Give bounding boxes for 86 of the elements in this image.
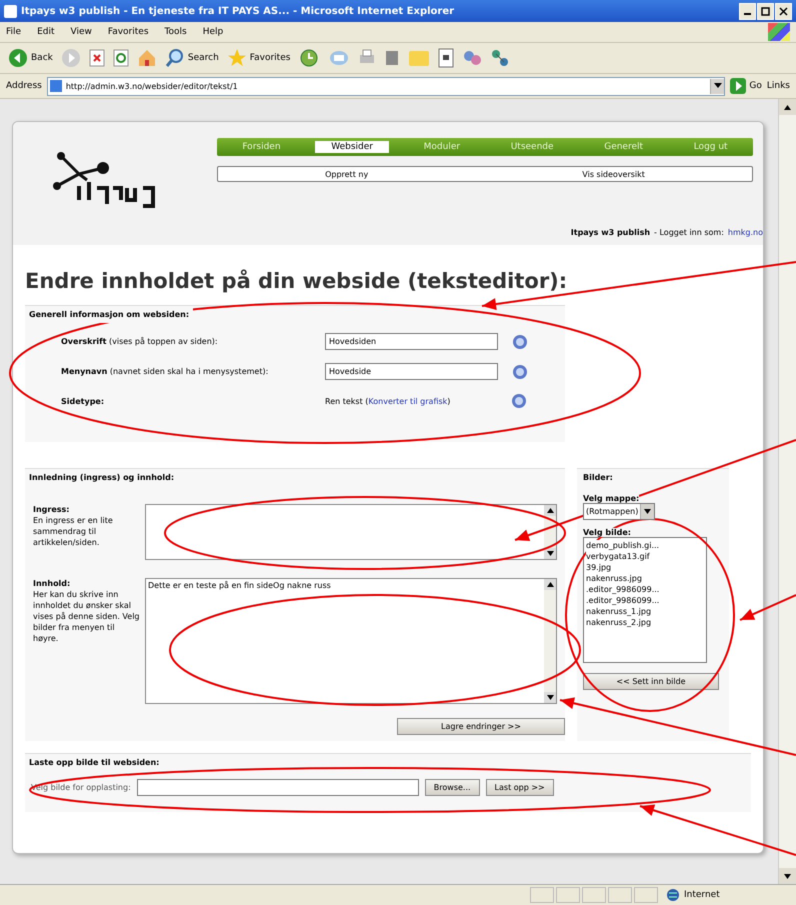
image-list-item[interactable]: nakenruss.jpg [586,573,642,584]
address-label: Address [6,81,42,91]
image-list-item[interactable]: .editor_9986099... [586,584,660,595]
image-list-item[interactable]: verbygata13.gif [586,551,650,562]
up-arrow-icon[interactable] [784,104,791,110]
address-field[interactable]: http://admin.w3.no/websider/editor/tekst/1 [46,76,726,96]
down-arrow-icon[interactable] [546,551,554,556]
up-arrow-icon[interactable] [546,508,554,513]
menu-item[interactable]: Help [202,27,224,37]
go-button[interactable]: Go [730,78,762,94]
upload-button[interactable]: Last opp >> [486,779,554,796]
help-icon[interactable] [511,393,527,409]
help-icon[interactable] [512,364,528,380]
insert-image-button[interactable]: << Sett inn bilde [583,673,719,690]
field-description: Innhold: Her kan du skrive inn innholdet du ønsker skal vises på denne siden. Velg bilder fra menyen til høyre. [33,578,141,645]
image-list-item[interactable]: 39.jpg [586,562,612,573]
search-icon [164,48,185,68]
field-label: Sidetype: [61,396,106,406]
refresh-icon[interactable] [112,49,129,67]
convert-link[interactable]: Konverter til grafisk [368,396,448,406]
caret-icon [644,509,652,514]
subnav-link[interactable]: Vis sideoversikt [582,170,645,178]
menu-item[interactable]: View [70,27,92,37]
page-heading: Endre innholdet på din webside (teksteditor): [25,269,568,293]
search-button[interactable]: Search [164,48,219,68]
subnav-link[interactable]: Opprett ny [325,170,368,178]
maximize-icon [761,6,770,16]
favorites-button[interactable]: Favorites [226,48,290,68]
home-icon[interactable] [136,48,157,68]
window-title: Itpays w3 publish - En tjeneste fra IT PAYS AS... - Microsoft Internet Explorer [21,6,456,16]
status-panel [556,887,580,903]
close-button[interactable] [775,2,792,20]
dropdown-button[interactable] [710,78,724,94]
network-icon[interactable] [490,48,510,68]
down-arrow-icon[interactable] [546,695,554,700]
page-type-text: Ren tekst (Konverter til grafisk) [325,396,452,406]
status-panel [582,887,606,903]
star-icon [226,48,247,68]
stop-icon[interactable] [88,49,105,67]
windows-logo-icon [768,23,790,41]
menu-item[interactable]: Favorites [108,27,149,37]
down-arrow-icon[interactable] [784,874,791,878]
nav-tab[interactable]: Websider [315,141,389,153]
image-list-item[interactable]: .editor_9986099... [586,595,660,606]
image-list-item[interactable]: nakenruss_1.jpg [586,606,652,617]
text-area[interactable] [145,504,557,560]
menu-item[interactable]: Edit [37,27,54,37]
back-button[interactable]: Back [8,48,53,68]
text-field[interactable]: Hovedside [325,363,498,380]
minimize-button[interactable] [739,2,756,20]
menu-item[interactable]: Tools [164,27,187,37]
folder-select[interactable]: (Rotmappen) [583,503,656,520]
minimize-icon [744,12,751,14]
save-button[interactable]: Lagre endringer >> [397,718,565,735]
folder-name: (Rotmappen) [586,507,638,516]
text-area[interactable]: Dette er en teste på en fin sideOg nakne russ [145,578,557,704]
up-arrow-icon[interactable] [546,582,554,587]
help-icon[interactable] [512,334,528,350]
field-label: Menynavn (navnet siden skal ha i menysystemet): [61,367,270,376]
user-link[interactable]: hmkg.no [728,228,763,237]
menu-item[interactable]: File [6,27,22,37]
links-label[interactable]: Links [766,81,790,91]
status-panel [634,887,658,903]
annotation-arrow [740,594,796,621]
text-field[interactable]: Hovedsiden [325,333,498,350]
app-icon [4,4,17,18]
image-list-item[interactable]: nakenruss_2.jpg [586,617,652,628]
product-name: Itpays w3 publish [570,228,650,237]
login-text: - Logget inn som: [654,228,724,237]
file-field[interactable] [136,779,419,796]
browse-button[interactable]: Browse... [424,779,480,796]
field-label: Overskrift (vises på toppen av siden): [61,337,219,346]
globe-icon [666,888,680,902]
image-label: Velg bilde: [583,528,631,537]
status-panel [608,887,632,903]
scrollbar[interactable] [544,579,556,703]
folder-label: Velg mappe: [583,494,640,503]
close-icon [779,6,788,16]
caret-icon [714,83,722,89]
image-list-item[interactable]: demo_publish.gi... [586,540,660,551]
scrollbar[interactable] [778,99,796,884]
maximize-button[interactable] [757,2,774,20]
history-icon[interactable] [298,48,320,68]
field-description: Ingress: En ingress er en lite sammendrag til artikkelen/siden. [33,504,114,549]
security-zone: Internet [666,888,756,902]
status-panel [530,887,554,903]
